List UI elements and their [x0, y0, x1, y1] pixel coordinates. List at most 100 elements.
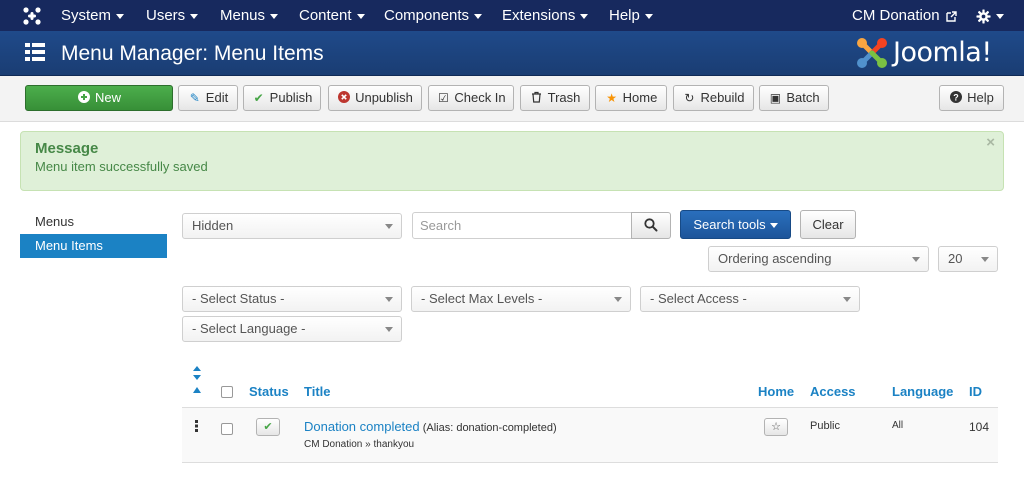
- published-status-button[interactable]: ✔: [256, 418, 280, 436]
- search-tools-button[interactable]: Search tools: [680, 210, 791, 239]
- toolbar: New ✎ Edit ✔ Publish Unpublish ☑ Check In T…: [0, 76, 1024, 122]
- ordering-select-value: Ordering ascending: [718, 251, 832, 266]
- access-filter-value: - Select Access -: [650, 291, 747, 306]
- menu-menus-label: Menus: [220, 7, 266, 24]
- page-header: Menu Manager: Menu Items Joomla!: [0, 31, 1024, 76]
- chevron-down-icon: [912, 257, 920, 262]
- trash-button[interactable]: Trash: [520, 85, 590, 111]
- refresh-icon: ↻: [684, 91, 695, 105]
- search-tools-label: Search tools: [693, 217, 766, 232]
- top-navbar: System Users Menus Content Components Ex…: [0, 0, 1024, 31]
- column-home[interactable]: Home: [758, 384, 794, 399]
- search-icon: [644, 218, 658, 232]
- access-filter[interactable]: - Select Access -: [640, 286, 860, 312]
- close-icon[interactable]: ×: [986, 134, 995, 151]
- menu-system-label: System: [61, 7, 112, 24]
- publish-button[interactable]: ✔ Publish: [243, 85, 321, 111]
- column-id[interactable]: ID: [969, 384, 982, 399]
- joomla-logo-icon[interactable]: [22, 6, 42, 26]
- menu-components[interactable]: Components: [384, 0, 483, 31]
- search-button[interactable]: [631, 212, 671, 239]
- new-button-label: New: [94, 90, 121, 105]
- menu-select[interactable]: Hidden: [182, 213, 402, 239]
- chevron-down-icon: [385, 224, 393, 229]
- joomla-brand-icon: [857, 38, 887, 68]
- check-icon: ✔: [263, 421, 273, 433]
- menu-extensions-label: Extensions: [502, 7, 576, 24]
- column-title[interactable]: Title: [304, 384, 331, 399]
- ordering-select[interactable]: Ordering ascending: [708, 246, 929, 272]
- unpublish-button[interactable]: Unpublish: [328, 85, 422, 111]
- language-filter[interactable]: - Select Language -: [182, 316, 402, 342]
- chevron-down-icon: [190, 13, 199, 19]
- sort-ascending-icon: [193, 387, 201, 393]
- column-access[interactable]: Access: [810, 384, 856, 399]
- chevron-down-icon: [356, 13, 365, 19]
- home-button[interactable]: ★ Home: [595, 85, 667, 111]
- menu-users-label: Users: [146, 7, 186, 24]
- status-filter-value: - Select Status -: [192, 291, 285, 306]
- limit-select[interactable]: 20: [938, 246, 998, 272]
- set-home-button[interactable]: ☆: [764, 418, 788, 436]
- trash-button-label: Trash: [547, 90, 581, 105]
- sidebar-item-label: Menus: [35, 214, 75, 229]
- select-all-checkbox[interactable]: [221, 386, 233, 398]
- check-in-button[interactable]: ☑ Check In: [428, 85, 514, 111]
- menu-content[interactable]: Content: [299, 0, 365, 31]
- table-row: [182, 408, 998, 462]
- chevron-down-icon: [116, 13, 125, 19]
- new-button[interactable]: New: [25, 85, 173, 111]
- row-alias: (Alias: donation-completed): [422, 422, 557, 434]
- chevron-down-icon: [474, 13, 483, 19]
- menu-select-value: Hidden: [192, 218, 234, 233]
- edit-button-label: Edit: [205, 90, 229, 105]
- menu-menus[interactable]: Menus: [220, 0, 279, 31]
- clear-button[interactable]: Clear: [800, 210, 856, 239]
- search-input[interactable]: [412, 212, 632, 239]
- row-language: All: [892, 420, 904, 431]
- clear-button-label: Clear: [812, 217, 844, 232]
- menu-users[interactable]: Users: [146, 0, 199, 31]
- menu-system[interactable]: System: [61, 0, 125, 31]
- chevron-down-icon: [270, 13, 279, 19]
- chevron-down-icon: [385, 297, 393, 302]
- chevron-down-icon: [769, 223, 778, 229]
- page-title: Menu Manager: Menu Items: [61, 42, 324, 65]
- row-checkbox[interactable]: [221, 423, 233, 435]
- times-circle-icon: [337, 86, 351, 110]
- table-bottom-divider: [182, 462, 998, 463]
- menu-extensions[interactable]: Extensions: [502, 0, 589, 31]
- edit-button[interactable]: ✎ Edit: [178, 85, 238, 111]
- menu-help[interactable]: Help: [609, 0, 653, 31]
- star-outline-icon: ☆: [771, 421, 781, 433]
- sidebar-item-menus[interactable]: Menus: [20, 210, 167, 234]
- row-title-link[interactable]: Donation completed: [304, 419, 420, 434]
- row-access: Public: [810, 420, 840, 432]
- batch-button[interactable]: ▣ Batch: [759, 85, 829, 111]
- sidebar-item-menu-items[interactable]: Menu Items: [20, 234, 167, 258]
- chevron-down-icon: [843, 297, 851, 302]
- external-link-icon: [946, 10, 957, 22]
- rebuild-button[interactable]: ↻ Rebuild: [673, 85, 754, 111]
- menu-content-label: Content: [299, 7, 352, 24]
- sort-icon[interactable]: [192, 366, 202, 380]
- settings-menu[interactable]: [976, 0, 1004, 31]
- check-in-button-label: Check In: [454, 90, 506, 105]
- language-filter-value: - Select Language -: [192, 321, 306, 336]
- column-status[interactable]: Status: [249, 384, 289, 399]
- status-filter[interactable]: - Select Status -: [182, 286, 402, 312]
- chevron-down-icon: [644, 13, 653, 19]
- drag-handle-icon[interactable]: [195, 420, 199, 432]
- svg-text:?: ?: [953, 93, 959, 103]
- column-language[interactable]: Language: [892, 384, 953, 399]
- plus-circle-icon: [77, 86, 91, 110]
- row-id: 104: [969, 420, 990, 434]
- site-link[interactable]: CM Donation: [852, 0, 957, 31]
- max-levels-filter[interactable]: - Select Max Levels -: [411, 286, 631, 312]
- star-icon: ★: [606, 91, 618, 105]
- chevron-down-icon: [580, 13, 589, 19]
- row-title: Donation completed (Alias: donation-comp…: [304, 419, 557, 434]
- chevron-down-icon: [996, 13, 1004, 19]
- logo-wordmark: Joomla!: [893, 37, 992, 68]
- help-button[interactable]: ? Help: [939, 85, 1004, 111]
